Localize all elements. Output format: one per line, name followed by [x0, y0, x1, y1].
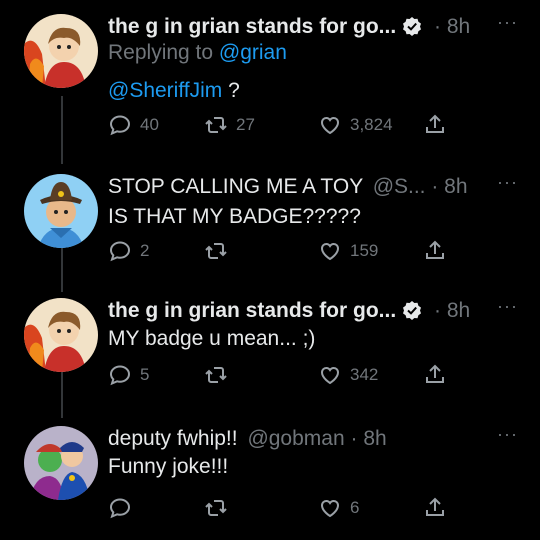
author-name[interactable]: the g in grian stands for go...	[108, 15, 396, 38]
retweet-count: 27	[236, 115, 255, 134]
share-button[interactable]	[423, 239, 447, 263]
share-button[interactable]	[423, 496, 447, 520]
tweet[interactable]: the g in grian stands for go... · 8h ···…	[0, 296, 540, 392]
author-name[interactable]: the g in grian stands for go...	[108, 299, 396, 322]
like-count: 342	[350, 365, 379, 384]
share-icon	[426, 497, 444, 516]
share-icon	[426, 114, 444, 133]
reply-icon	[109, 498, 131, 519]
heart-icon	[320, 116, 340, 135]
like-button[interactable]: 159	[318, 239, 378, 263]
avatar[interactable]	[24, 174, 98, 248]
tweet[interactable]: deputy fwhip!! @gobman · 8h ··· Funny jo…	[0, 424, 540, 524]
tweet[interactable]: STOP CALLING ME A TOY @S... · 8h ··· IS …	[0, 172, 540, 268]
reply-count: 5	[140, 365, 150, 384]
tweet-text: IS THAT MY BADGE?????	[108, 205, 361, 228]
retweet-icon	[205, 117, 227, 133]
more-options-icon[interactable]: ···	[497, 172, 518, 193]
heart-icon	[320, 242, 340, 261]
avatar[interactable]	[24, 14, 98, 88]
retweet-icon	[205, 243, 227, 259]
author-name[interactable]: STOP CALLING ME A TOY	[108, 175, 363, 198]
like-button[interactable]: 6	[318, 496, 359, 520]
reply-button[interactable]	[108, 496, 132, 520]
retweet-icon	[205, 500, 227, 516]
heart-icon	[320, 499, 340, 518]
like-count: 6	[350, 498, 360, 517]
like-button[interactable]: 3,824	[318, 113, 393, 137]
reply-button[interactable]: 5	[108, 363, 149, 387]
like-count: 159	[350, 241, 379, 260]
more-options-icon[interactable]: ···	[497, 424, 518, 445]
share-icon	[426, 364, 444, 383]
more-options-icon[interactable]: ···	[497, 296, 518, 317]
like-count: 3,824	[350, 115, 393, 134]
more-options-icon[interactable]: ···	[497, 12, 518, 33]
author-name[interactable]: deputy fwhip!!	[108, 427, 238, 450]
retweet-button[interactable]	[204, 496, 228, 520]
verified-badge-icon	[402, 300, 422, 327]
share-button[interactable]	[423, 113, 447, 137]
reply-count: 40	[140, 115, 159, 134]
reply-count: 2	[140, 241, 150, 260]
mention-link[interactable]: @SheriffJim	[108, 79, 222, 102]
like-button[interactable]: 342	[318, 363, 378, 387]
verified-badge-icon	[402, 16, 422, 43]
retweet-icon	[205, 367, 227, 383]
timestamp[interactable]: · 8h	[431, 175, 467, 198]
timestamp[interactable]: · 8h	[351, 427, 387, 450]
replying-to-link[interactable]: @grian	[219, 41, 287, 64]
share-icon	[426, 240, 444, 259]
avatar[interactable]	[24, 298, 98, 372]
reply-icon	[109, 115, 131, 136]
timestamp[interactable]: · 8h	[434, 299, 470, 322]
author-handle[interactable]: @S...	[373, 175, 426, 198]
tweet-text: MY badge u mean... ;)	[108, 327, 316, 350]
reply-button[interactable]: 40	[108, 113, 159, 137]
tweet-text: ?	[222, 79, 240, 102]
tweet-text: Funny joke!!!	[108, 455, 229, 478]
share-button[interactable]	[423, 363, 447, 387]
heart-icon	[320, 366, 340, 385]
reply-icon	[109, 241, 131, 262]
retweet-button[interactable]	[204, 363, 228, 387]
replying-label: Replying to	[108, 41, 214, 64]
reply-icon	[109, 365, 131, 386]
retweet-button[interactable]: 27	[204, 113, 255, 137]
author-handle[interactable]: @gobman	[247, 427, 344, 450]
tweet[interactable]: the g in grian stands for go... · 8h ···…	[0, 12, 540, 142]
timestamp[interactable]: · 8h	[434, 15, 470, 38]
reply-button[interactable]: 2	[108, 239, 149, 263]
avatar[interactable]	[24, 426, 98, 500]
retweet-button[interactable]	[204, 239, 228, 263]
